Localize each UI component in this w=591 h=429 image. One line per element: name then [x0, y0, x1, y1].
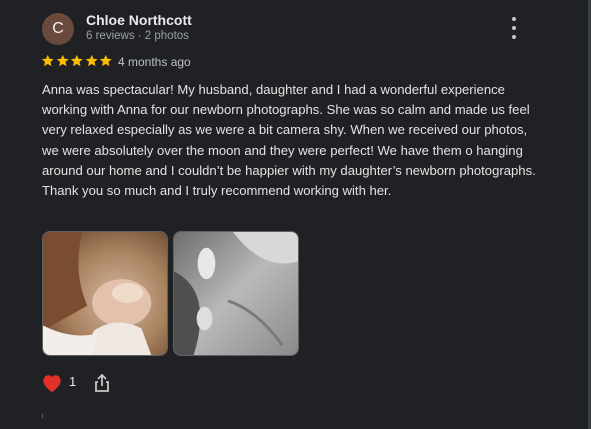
star-icon [70, 54, 83, 67]
star-rating [41, 53, 113, 71]
star-icon [85, 54, 98, 67]
photo-newborn-bw[interactable] [173, 231, 299, 356]
avatar[interactable]: C [42, 13, 74, 45]
divider-mark [42, 414, 43, 418]
review-time: 4 months ago [118, 55, 191, 69]
reviewer-name[interactable]: Chloe Northcott [86, 12, 192, 28]
avatar-initial: C [52, 20, 64, 37]
red-heart-icon[interactable] [41, 373, 63, 393]
reviewer-meta: 6 reviews · 2 photos [86, 30, 189, 42]
share-icon[interactable] [93, 373, 111, 393]
like-count: 1 [69, 374, 77, 389]
star-icon [99, 54, 112, 67]
more-options-icon[interactable] [505, 17, 523, 39]
review-text: Anna was spectacular! My husband, daught… [42, 82, 536, 199]
photo-newborn-color[interactable] [42, 231, 168, 356]
star-icon [56, 54, 69, 67]
star-icon [41, 54, 54, 67]
